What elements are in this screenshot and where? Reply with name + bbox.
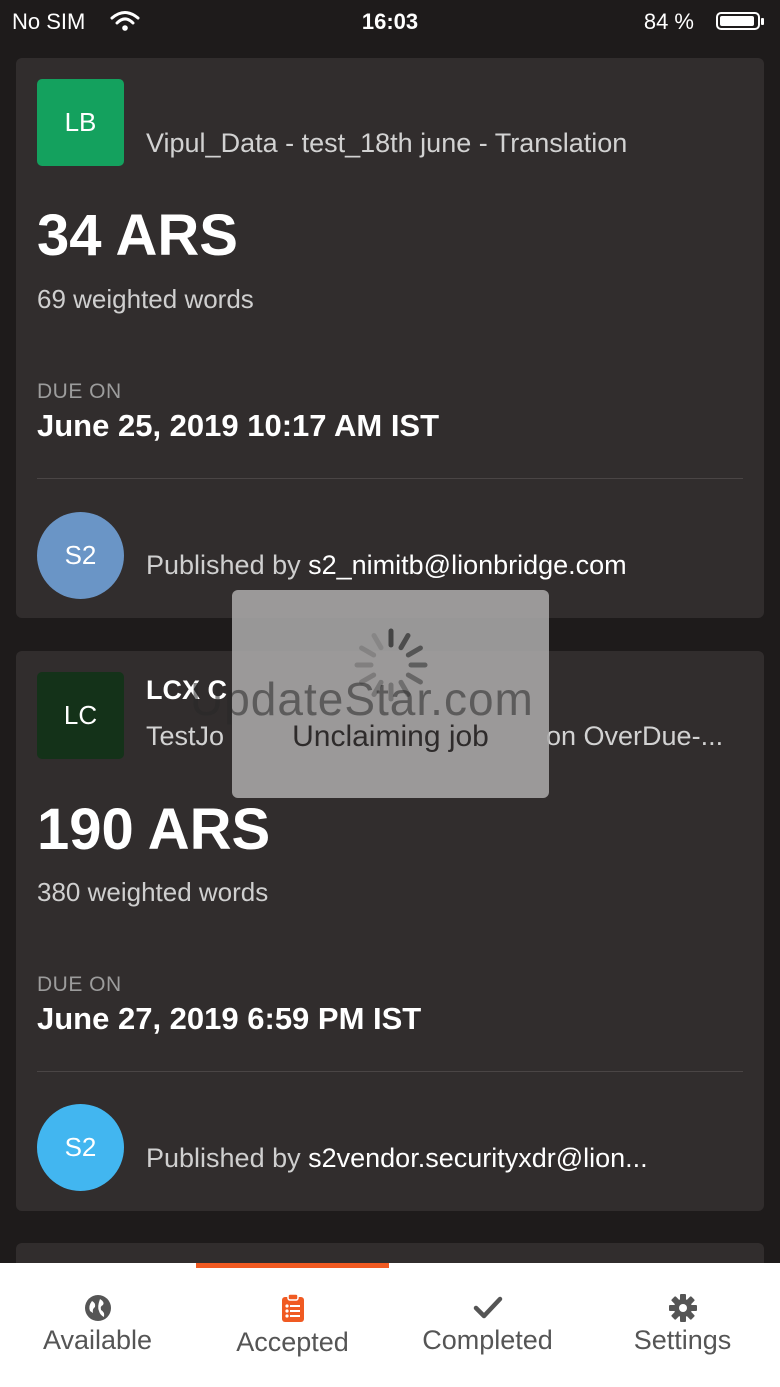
tab-label: Settings bbox=[633, 1325, 732, 1355]
due-date: June 25, 2019 10:17 AM IST bbox=[37, 408, 440, 443]
battery-icon bbox=[716, 12, 764, 30]
checkmark-icon bbox=[390, 1293, 585, 1323]
publisher-email: s2vendor.securityxdr@lion... bbox=[308, 1143, 648, 1173]
weighted-words: 380 weighted words bbox=[37, 877, 269, 907]
job-title: Vipul_Data - test_18th june - Translatio… bbox=[146, 128, 628, 158]
job-title: LCX C bbox=[146, 675, 227, 705]
published-by: Published by s2vendor.securityxdr@lion..… bbox=[146, 1143, 648, 1173]
job-amount: 190 ARS bbox=[37, 797, 271, 862]
publisher-avatar: S2 bbox=[37, 1104, 124, 1191]
publisher-email: s2_nimitb@lionbridge.com bbox=[308, 550, 627, 580]
weighted-words: 69 weighted words bbox=[37, 284, 254, 314]
loading-dialog: Unclaiming job bbox=[232, 590, 549, 798]
tab-label: Accepted bbox=[236, 1327, 349, 1357]
tab-accepted[interactable]: Accepted bbox=[195, 1263, 390, 1387]
tab-label: Available bbox=[42, 1325, 153, 1355]
spinner-icon bbox=[351, 625, 431, 705]
job-amount: 34 ARS bbox=[37, 203, 238, 268]
loading-text: Unclaiming job bbox=[292, 720, 489, 753]
job-card[interactable]: LB Vipul_Data - test_18th june - Transla… bbox=[16, 58, 764, 618]
clipboard-icon bbox=[195, 1293, 390, 1323]
divider bbox=[37, 478, 743, 479]
publisher-avatar: S2 bbox=[37, 512, 124, 599]
job-avatar: LC bbox=[37, 672, 124, 759]
gear-icon bbox=[585, 1293, 780, 1323]
tab-bar: Available Accepted Completed Settings bbox=[0, 1263, 780, 1387]
due-label: DUE ON bbox=[37, 973, 122, 996]
tab-completed[interactable]: Completed bbox=[390, 1263, 585, 1387]
job-avatar: LB bbox=[37, 79, 124, 166]
divider bbox=[37, 1071, 743, 1072]
status-bar: No SIM 16:03 84 % bbox=[0, 0, 780, 44]
published-by: Published by s2_nimitb@lionbridge.com bbox=[146, 550, 627, 580]
tab-available[interactable]: Available bbox=[0, 1263, 195, 1387]
tab-settings[interactable]: Settings bbox=[585, 1263, 780, 1387]
battery-percentage: 84 % bbox=[643, 9, 694, 34]
due-date: June 27, 2019 6:59 PM IST bbox=[37, 1001, 422, 1036]
globe-icon bbox=[0, 1293, 195, 1323]
tab-label: Completed bbox=[422, 1325, 553, 1355]
due-label: DUE ON bbox=[37, 380, 122, 403]
